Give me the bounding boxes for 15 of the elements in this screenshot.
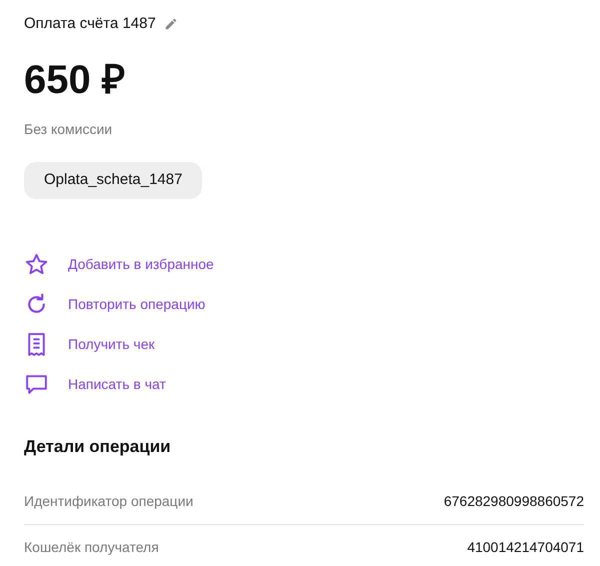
- detail-value: 676282980998860572: [444, 492, 584, 511]
- detail-label: Кошелёк получателя: [24, 538, 159, 557]
- edit-icon[interactable]: [164, 17, 178, 31]
- star-icon[interactable]: [24, 252, 49, 276]
- section-heading: Детали операции: [24, 436, 172, 458]
- payment-tag[interactable]: Oplata_scheta_1487: [24, 162, 202, 199]
- amount: 650 ₽: [24, 57, 126, 104]
- payment-title: Оплата счёта 1487: [24, 14, 156, 34]
- action-link[interactable]: Написать в чат: [68, 374, 166, 394]
- detail-label: Идентификатор операции: [24, 492, 194, 511]
- action-link[interactable]: Добавить в избранное: [68, 254, 214, 274]
- action-link[interactable]: Получить чек: [68, 334, 155, 354]
- action-link[interactable]: Повторить операцию: [68, 294, 206, 314]
- commission-note: Без комиссии: [24, 120, 114, 139]
- detail-value: 410014214704071: [467, 538, 584, 556]
